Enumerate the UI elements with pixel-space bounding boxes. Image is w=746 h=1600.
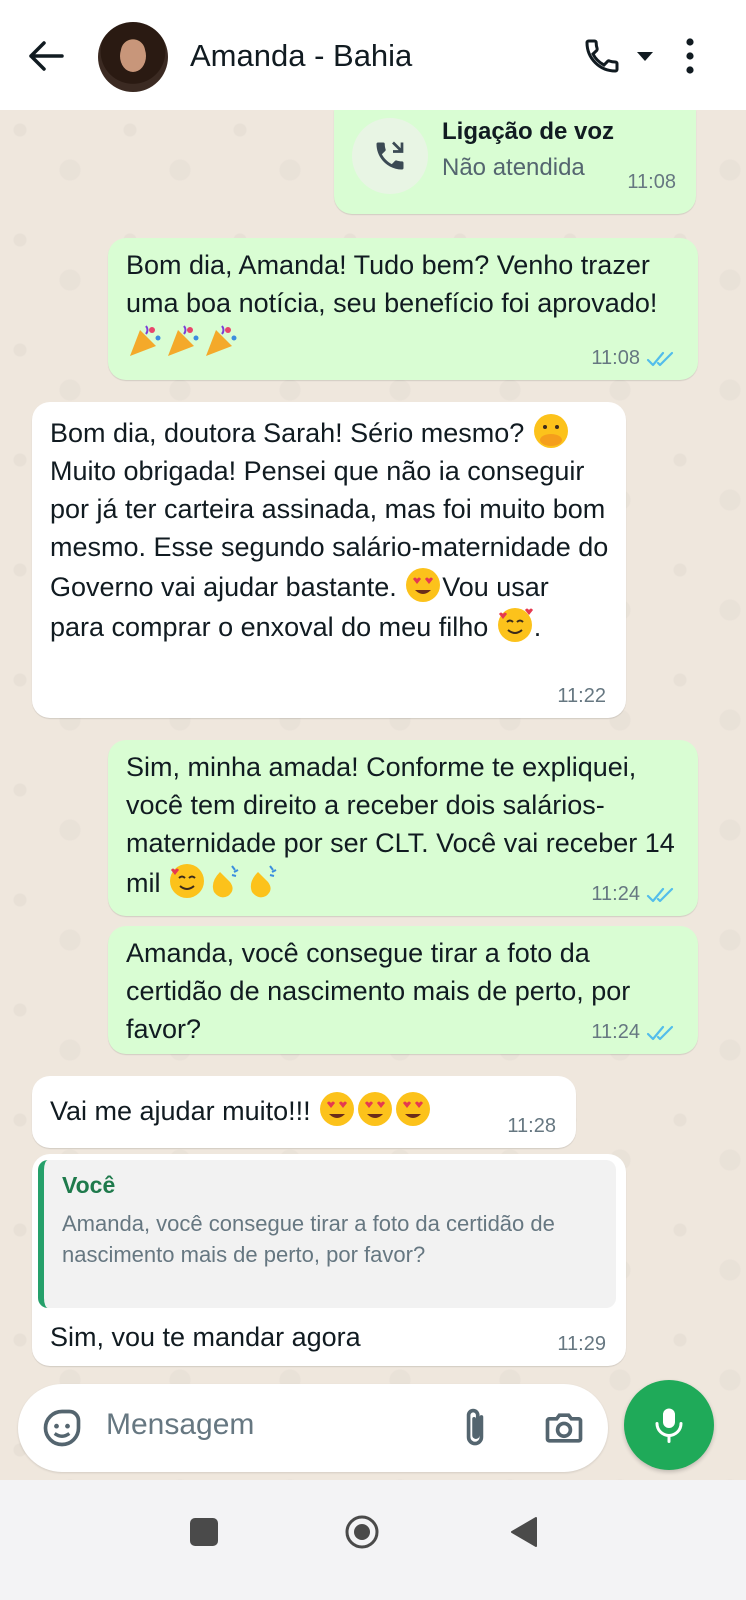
message-time: 11:22 — [557, 685, 606, 707]
clapping-hands-icon — [206, 862, 244, 900]
message-input[interactable]: Mensagem — [106, 1408, 254, 1442]
message-time: 11:08 — [591, 347, 640, 369]
paperclip-icon[interactable] — [458, 1406, 492, 1450]
back-arrow-icon[interactable] — [22, 32, 70, 80]
heart-eyes-icon — [394, 1090, 432, 1128]
phone-icon[interactable] — [582, 36, 622, 76]
voice-call-card[interactable]: Ligação de voz Não atendida 11:08 — [334, 110, 696, 214]
party-popper-icon — [126, 322, 164, 360]
message-text-body: Vai me ajudar muito!!! — [50, 1096, 311, 1126]
sticker-icon[interactable] — [40, 1406, 84, 1450]
message-text: Sim, minha amada! Conforme te expliquei,… — [126, 752, 683, 900]
message-bubble-outgoing[interactable]: Bom dia, Amanda! Tudo bem? Venho trazer … — [108, 238, 698, 380]
message-text: Sim, vou te mandar agora — [50, 1322, 361, 1352]
message-composer[interactable]: Mensagem — [18, 1384, 608, 1472]
chat-header: Amanda - Bahia — [0, 0, 746, 110]
message-meta: 11:28 — [507, 1115, 556, 1138]
message-bubble-incoming[interactable]: Vai me ajudar muito!!! 11:28 — [32, 1076, 576, 1148]
back-triangle-icon[interactable] — [508, 1516, 538, 1548]
smiling-face-with-hearts-icon — [168, 862, 206, 900]
message-time: 11:28 — [507, 1115, 556, 1137]
heart-eyes-icon — [356, 1090, 394, 1128]
message-text: Bom dia, doutora Sarah! Sério mesmo? Mui… — [50, 412, 610, 646]
message-meta: 11:08 — [627, 171, 676, 194]
missed-call-icon — [352, 118, 428, 194]
read-receipt-icon — [646, 351, 674, 366]
party-popper-icon — [202, 322, 240, 360]
heart-eyes-icon — [404, 566, 442, 604]
message-time: 11:08 — [627, 171, 676, 193]
contact-name[interactable]: Amanda - Bahia — [190, 38, 412, 74]
avatar[interactable] — [98, 22, 168, 92]
party-popper-icon — [164, 322, 202, 360]
message-meta: 11:29 — [557, 1333, 606, 1356]
dropdown-caret-icon[interactable] — [637, 52, 653, 61]
quoted-message[interactable]: Você Amanda, você consegue tirar a foto … — [38, 1160, 616, 1308]
clapping-hands-icon — [244, 862, 282, 900]
read-receipt-icon — [646, 887, 674, 902]
heart-eyes-icon — [318, 1090, 356, 1128]
more-vertical-icon[interactable] — [680, 36, 700, 76]
message-meta: 11:24 — [591, 883, 678, 906]
camera-icon[interactable] — [542, 1406, 586, 1450]
message-bubble-incoming[interactable]: Bom dia, doutora Sarah! Sério mesmo? Mui… — [32, 402, 626, 718]
message-time: 11:24 — [591, 883, 640, 905]
message-meta: 11:24 — [591, 1021, 678, 1044]
message-time: 11:29 — [557, 1333, 606, 1355]
quote-author: Você — [62, 1172, 116, 1198]
message-meta: 11:22 — [557, 685, 606, 708]
system-nav-bar — [0, 1480, 746, 1600]
call-status: Não atendida — [442, 154, 585, 181]
face-with-hand-over-mouth-icon — [532, 412, 570, 450]
recents-button[interactable] — [190, 1518, 218, 1546]
message-text: Bom dia, Amanda! Tudo bem? Venho trazer … — [126, 246, 686, 362]
microphone-icon[interactable] — [624, 1380, 714, 1470]
message-text: Vai me ajudar muito!!! — [50, 1090, 490, 1130]
call-title: Ligação de voz — [442, 118, 615, 145]
quote-text: Amanda, você consegue tirar a foto da ce… — [62, 1211, 561, 1267]
message-bubble-outgoing[interactable]: Amanda, você consegue tirar a foto da ce… — [108, 926, 698, 1054]
message-time: 11:24 — [591, 1021, 640, 1043]
read-receipt-icon — [646, 1025, 674, 1040]
message-meta: 11:08 — [591, 347, 678, 370]
home-button[interactable] — [344, 1514, 380, 1550]
message-bubble-outgoing[interactable]: Sim, minha amada! Conforme te expliquei,… — [108, 740, 698, 916]
smiling-face-with-hearts-icon — [496, 606, 534, 644]
